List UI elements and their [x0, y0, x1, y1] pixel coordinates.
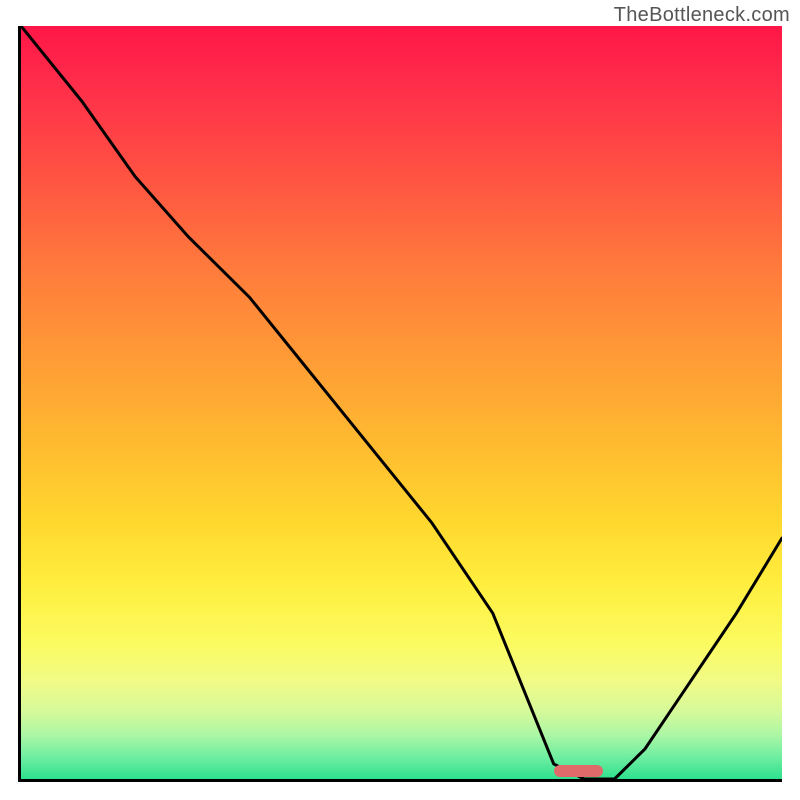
chart-line-path [21, 26, 782, 779]
chart-line-series [21, 26, 782, 779]
watermark-text: TheBottleneck.com [614, 4, 790, 27]
chart-plot-area [18, 26, 782, 782]
chart-highlight-marker [554, 765, 603, 777]
